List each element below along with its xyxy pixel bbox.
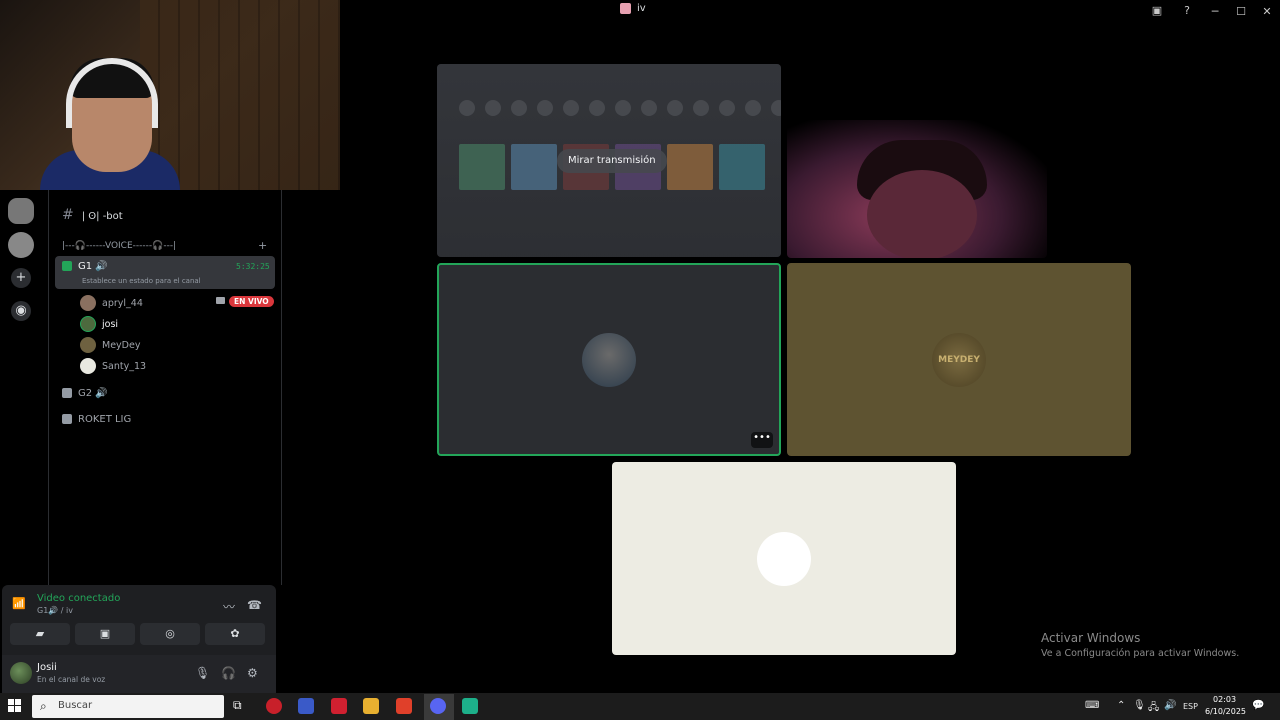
- activate-windows-title: Activar Windows: [1041, 631, 1141, 645]
- member-name: Santy_13: [102, 360, 147, 372]
- voice-status-title[interactable]: Video conectado: [37, 593, 120, 604]
- avatar: [80, 337, 96, 353]
- avatar: MEYDEY: [932, 333, 986, 387]
- server-rail: + ◉: [0, 190, 44, 590]
- more-options-button[interactable]: •••: [751, 432, 773, 448]
- voice-member[interactable]: apryl_44: [80, 295, 143, 311]
- user-avatar[interactable]: [10, 662, 32, 684]
- settings-gear-icon[interactable]: ⚙: [247, 666, 258, 680]
- opera-icon[interactable]: [266, 698, 282, 714]
- wps-icon[interactable]: [331, 698, 347, 714]
- channel-status-hint[interactable]: Establece un estado para el canal: [82, 277, 201, 285]
- voice-member[interactable]: MeyDey: [80, 337, 140, 353]
- activate-windows-subtitle: Ve a Configuración para activar Windows.: [1041, 648, 1240, 659]
- brave-icon[interactable]: [396, 698, 412, 714]
- start-button[interactable]: [8, 699, 22, 713]
- voice-channel-g1-label: G1 🔊: [62, 261, 108, 272]
- app-icon[interactable]: [298, 698, 314, 714]
- voice-channel-g2[interactable]: G2 🔊: [62, 388, 108, 399]
- video-tile-meydey[interactable]: MEYDEY: [787, 263, 1131, 456]
- voice-member[interactable]: josi: [80, 316, 118, 332]
- mic-tray-icon[interactable]: 🎙: [1133, 700, 1146, 711]
- app-icon-2[interactable]: [462, 698, 478, 714]
- keyboard-icon[interactable]: ⌨: [1085, 700, 1099, 711]
- user-status: En el canal de voz: [37, 675, 106, 684]
- camera-icon: [216, 297, 225, 304]
- gamepad-icon: ◎: [165, 627, 175, 640]
- hash-icon: #: [62, 207, 74, 223]
- avatar: [80, 295, 96, 311]
- help-icon[interactable]: ?: [1180, 4, 1194, 17]
- webcam-overlay: [0, 0, 340, 190]
- speaker-icon: [62, 388, 72, 398]
- clock-date[interactable]: 6/10/2025: [1205, 707, 1246, 716]
- clock-time[interactable]: 02:03: [1213, 695, 1236, 704]
- speaker-icon: [62, 414, 72, 424]
- video-tile-josi[interactable]: •••: [437, 263, 781, 456]
- screen-share-button[interactable]: ▣: [75, 623, 135, 645]
- voice-channel-name: G1: [78, 261, 93, 272]
- noise-suppression-icon[interactable]: 〰: [223, 598, 235, 615]
- task-view-icon[interactable]: ⧉: [233, 698, 249, 714]
- server-icon: [620, 3, 631, 14]
- title-toolbar: ▣ ?: [1150, 4, 1194, 17]
- avatar: [80, 316, 96, 332]
- avatar: [582, 333, 636, 387]
- window-title: iv: [620, 3, 646, 14]
- network-icon[interactable]: 🖧: [1148, 700, 1159, 717]
- soundboard-button[interactable]: ✿: [205, 623, 265, 645]
- avatar: [80, 358, 96, 374]
- maximize-button[interactable]: ☐: [1228, 5, 1254, 18]
- add-server-icon[interactable]: +: [11, 268, 31, 288]
- member-name: apryl_44: [102, 297, 143, 309]
- headphones-icon[interactable]: 🎧: [221, 666, 236, 680]
- window-controls: ─ ☐ ✕: [1202, 0, 1280, 22]
- video-tile-santy[interactable]: [612, 462, 956, 655]
- add-channel-icon[interactable]: +: [258, 239, 267, 252]
- search-placeholder: Buscar: [58, 700, 93, 711]
- inbox-icon[interactable]: ▣: [1150, 4, 1164, 17]
- file-explorer-icon[interactable]: [363, 698, 379, 714]
- voice-channel-name: ROKET LIG: [78, 414, 132, 425]
- disconnect-icon[interactable]: ☎: [247, 598, 262, 612]
- camera-off-button[interactable]: ▰: [10, 623, 70, 645]
- text-channel-bot[interactable]: # | ʘ| -bot: [62, 207, 123, 223]
- text-channel-name: | ʘ| -bot: [81, 211, 123, 222]
- avatar: [757, 532, 811, 586]
- signal-icon[interactable]: 📶: [12, 597, 28, 611]
- notifications-icon[interactable]: 💬: [1252, 700, 1264, 711]
- volume-icon[interactable]: 🔊: [1164, 700, 1176, 711]
- speaker-icon: [62, 261, 72, 271]
- minimize-button[interactable]: ─: [1202, 5, 1228, 18]
- server-icon-2[interactable]: [8, 232, 34, 258]
- voice-channel-name: G2: [78, 388, 93, 399]
- video-tile-camera[interactable]: [787, 120, 1047, 258]
- activities-button[interactable]: ◎: [140, 623, 200, 645]
- voice-member[interactable]: Santy_13: [80, 358, 146, 374]
- screen-share-icon: ▣: [99, 627, 111, 640]
- user-name[interactable]: Josii: [37, 662, 57, 673]
- watch-stream-button[interactable]: Mirar transmisión: [557, 149, 667, 173]
- discover-icon[interactable]: ◉: [11, 301, 31, 321]
- voice-channel-roket[interactable]: ROKET LIG: [62, 414, 131, 425]
- discord-icon[interactable]: [430, 698, 446, 714]
- member-name: MeyDey: [102, 339, 141, 351]
- window-title-text: iv: [637, 3, 646, 14]
- voice-category[interactable]: |---🎧------VOICE------🎧---|: [62, 241, 176, 251]
- soundboard-icon: ✿: [230, 627, 240, 640]
- voice-timer: 5:32:25: [236, 262, 270, 271]
- search-icon: ⌕: [40, 699, 47, 713]
- microphone-icon[interactable]: 🎙: [195, 666, 210, 680]
- language-indicator[interactable]: ESP: [1183, 702, 1198, 711]
- member-name: josi: [102, 318, 119, 330]
- chevron-up-icon[interactable]: ⌃: [1117, 700, 1125, 711]
- camera-off-icon: ▰: [35, 627, 45, 640]
- voice-status-subtitle[interactable]: G1🔊 / iv: [37, 606, 73, 615]
- live-badge: EN VIVO: [229, 296, 274, 307]
- close-button[interactable]: ✕: [1254, 5, 1280, 18]
- server-icon-1[interactable]: [8, 198, 34, 224]
